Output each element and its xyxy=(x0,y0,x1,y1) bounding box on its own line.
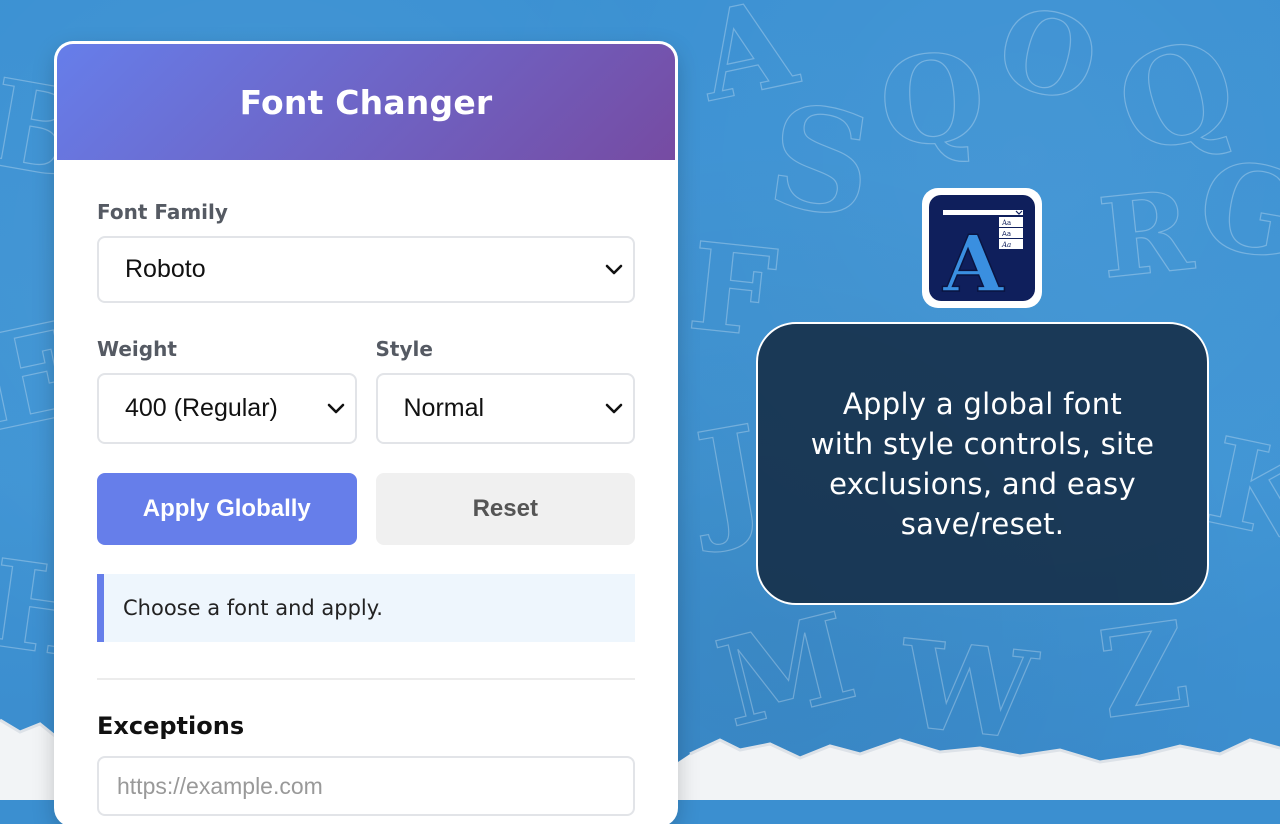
chevron-down-icon xyxy=(605,403,623,413)
chevron-down-icon xyxy=(327,403,344,413)
exceptions-title: Exceptions xyxy=(97,712,245,740)
weight-select[interactable]: 400 (Regular) xyxy=(97,373,357,444)
style-value: Normal xyxy=(403,394,485,422)
promo-description-text: Apply a global font with style controls,… xyxy=(810,386,1155,541)
promo-description-box: Apply a global font with style controls,… xyxy=(756,322,1209,605)
popup-header: Font Changer xyxy=(57,44,675,160)
exception-url-input[interactable]: https://example.com xyxy=(97,756,635,816)
popup-title: Font Changer xyxy=(239,82,493,122)
exception-url-placeholder: https://example.com xyxy=(117,772,323,799)
popup-body: Font Family Roboto Weight 400 (Regular) xyxy=(57,160,675,816)
svg-text:A: A xyxy=(942,219,1005,301)
font-family-value: Roboto xyxy=(125,255,206,283)
font-changer-logo-icon: Aa Aa Aa A xyxy=(922,188,1042,308)
reset-button[interactable]: Reset xyxy=(375,473,635,545)
weight-value: 400 (Regular) xyxy=(125,394,278,422)
status-message: Choose a font and apply. xyxy=(97,574,635,642)
chevron-down-icon xyxy=(605,264,623,274)
apply-globally-button[interactable]: Apply Globally xyxy=(97,473,357,545)
font-changer-popup: Font Changer Font Family Roboto Weight 4… xyxy=(57,44,675,824)
weight-label: Weight xyxy=(97,337,177,361)
style-select[interactable]: Normal xyxy=(375,373,635,444)
logo-graphic: Aa Aa Aa A xyxy=(941,210,1023,301)
style-label: Style xyxy=(375,337,433,361)
font-family-label: Font Family xyxy=(97,200,228,224)
font-family-select[interactable]: Roboto xyxy=(97,236,635,303)
